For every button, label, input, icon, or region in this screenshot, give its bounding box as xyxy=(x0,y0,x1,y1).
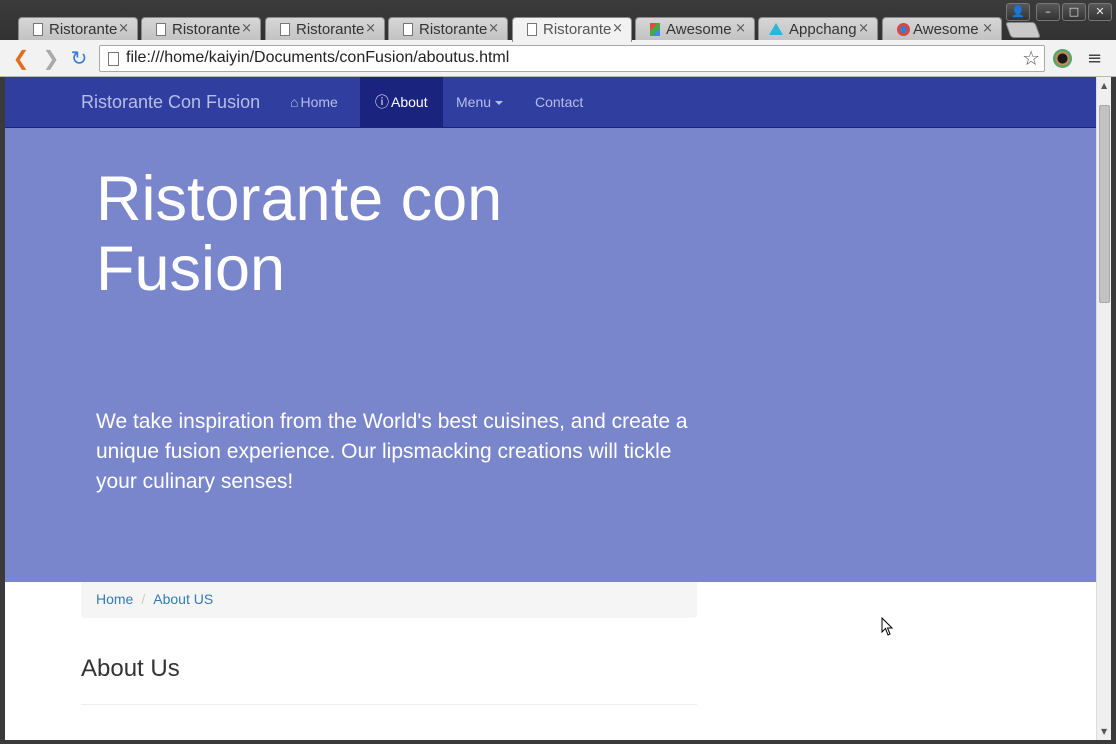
close-icon[interactable]: × xyxy=(488,21,499,36)
close-icon[interactable]: × xyxy=(118,21,129,36)
caret-down-icon xyxy=(495,101,504,106)
tab-title: Ristorante xyxy=(49,21,118,38)
window-frame-bottom xyxy=(0,740,1116,744)
page-title: About Us xyxy=(81,655,180,682)
close-icon[interactable]: × xyxy=(241,21,252,36)
page-icon xyxy=(403,23,413,36)
nav-home-label: Home xyxy=(300,94,338,110)
nav-home[interactable]: ⌂ Home xyxy=(275,77,353,128)
chrome-icon xyxy=(897,23,910,36)
close-icon[interactable]: × xyxy=(858,21,869,36)
nav-contact-label: Contact xyxy=(535,94,584,110)
browser-tab[interactable]: Appchang × xyxy=(758,17,878,41)
browser-tab-active[interactable]: Ristorante × xyxy=(512,17,632,42)
browser-tab[interactable]: Ristorante × xyxy=(388,17,508,41)
maximize-button[interactable]: □ xyxy=(1062,3,1086,21)
navbar-brand[interactable]: Ristorante Con Fusion xyxy=(81,92,260,113)
close-icon[interactable]: × xyxy=(982,21,993,36)
mouse-cursor-icon xyxy=(881,617,894,636)
tab-strip: Ristorante × Ristorante × Ristorante × R… xyxy=(0,0,1116,42)
browser-tab[interactable]: Awesome × xyxy=(635,17,755,41)
tab-title: Ristorante xyxy=(172,21,241,38)
browser-tab[interactable]: Ristorante × xyxy=(265,17,385,41)
nav-menu-label: Menu xyxy=(456,94,492,110)
tab-title: Ristorante xyxy=(296,21,365,38)
breadcrumb-current-link[interactable]: About US xyxy=(153,591,213,607)
extension-icon[interactable] xyxy=(1053,49,1072,68)
back-icon[interactable]: ❮ xyxy=(9,46,33,70)
info-icon: ⓘ xyxy=(375,94,389,110)
breadcrumb-home-link[interactable]: Home xyxy=(96,591,133,607)
breadcrumb-separator: / xyxy=(141,591,146,607)
browser-menu-icon[interactable]: ≡ xyxy=(1087,48,1102,69)
jumbotron: Ristorante con Fusion We take inspiratio… xyxy=(5,128,1096,582)
nav-menu-dropdown[interactable]: Menu xyxy=(441,77,518,128)
bookmark-star-icon[interactable]: ☆ xyxy=(1022,46,1040,70)
window-frame-right xyxy=(1111,77,1116,744)
jumbotron-title: Ristorante con Fusion xyxy=(96,164,503,304)
home-icon: ⌂ xyxy=(290,94,299,110)
appchanger-icon xyxy=(769,23,783,35)
jumbotron-lead: We take inspiration from the World's bes… xyxy=(96,410,688,493)
close-icon[interactable]: × xyxy=(612,21,623,36)
chrome-store-icon xyxy=(650,23,660,36)
scroll-up-icon[interactable]: ▲ xyxy=(1101,81,1107,90)
tab-title: Appchang xyxy=(789,21,857,38)
minimize-button[interactable]: – xyxy=(1036,3,1060,21)
page-icon xyxy=(33,23,43,36)
tab-title: Awesome xyxy=(913,21,979,38)
tab-title: Ristorante xyxy=(419,21,488,38)
address-url[interactable]: file:///home/kaiyin/Documents/conFusion/… xyxy=(126,49,509,67)
page-viewport: Ristorante Con Fusion ⌂ Home ⓘ About Menu … xyxy=(5,77,1096,740)
scroll-down-icon[interactable]: ▼ xyxy=(1101,727,1107,736)
browser-toolbar: ❮ ❯ ↻ file:///home/kaiyin/Documents/conF… xyxy=(0,40,1116,77)
browser-tab[interactable]: Awesome × xyxy=(882,17,1002,41)
browser-chrome: Ristorante × Ristorante × Ristorante × R… xyxy=(0,0,1116,77)
tab-title: Ristorante xyxy=(543,21,612,38)
address-bar[interactable]: file:///home/kaiyin/Documents/conFusion/… xyxy=(99,45,1045,72)
nav-contact[interactable]: Contact xyxy=(520,77,598,128)
page-icon xyxy=(156,23,166,36)
new-tab-button[interactable] xyxy=(1005,22,1041,38)
site-navbar: Ristorante Con Fusion ⌂ Home ⓘ About Menu … xyxy=(5,77,1096,128)
profile-icon[interactable]: 👤 xyxy=(1006,3,1030,21)
forward-icon[interactable]: ❯ xyxy=(39,46,63,70)
page-header: About Us xyxy=(81,655,697,705)
window-close-button[interactable]: ✕ xyxy=(1088,3,1112,21)
reload-icon[interactable]: ↻ xyxy=(67,46,91,70)
breadcrumb: Home / About US xyxy=(81,582,697,618)
tab-title: Awesome xyxy=(666,21,732,38)
page-icon xyxy=(280,23,290,36)
close-icon[interactable]: × xyxy=(365,21,376,36)
scrollbar-thumb[interactable] xyxy=(1099,105,1110,303)
nav-about[interactable]: ⓘ About xyxy=(360,77,443,128)
page-icon xyxy=(527,23,537,36)
nav-about-label: About xyxy=(391,94,428,110)
close-icon[interactable]: × xyxy=(735,21,746,36)
page-icon xyxy=(108,52,119,66)
browser-tab[interactable]: Ristorante × xyxy=(141,17,261,41)
vertical-scrollbar[interactable]: ▲ ▼ xyxy=(1096,77,1111,740)
browser-tab[interactable]: Ristorante × xyxy=(18,17,138,41)
